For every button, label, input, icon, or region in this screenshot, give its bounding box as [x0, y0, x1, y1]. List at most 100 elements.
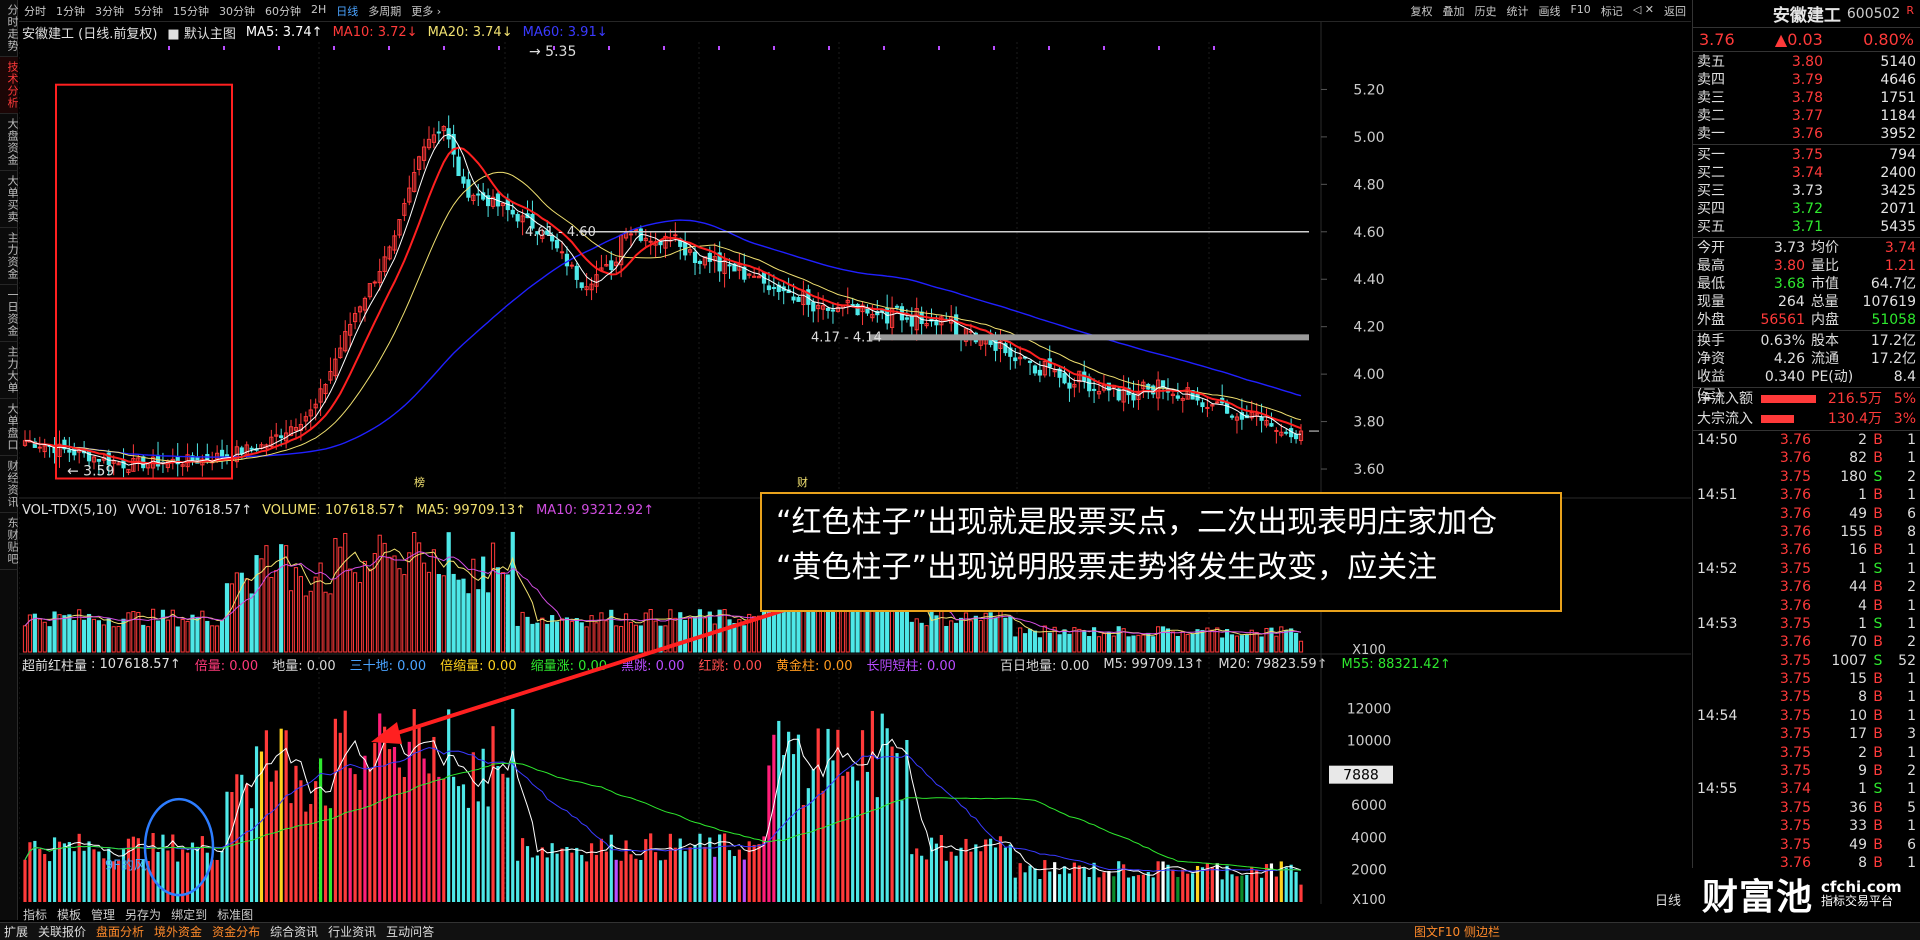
status-item[interactable]: 互动问答	[386, 923, 434, 940]
tick-time: 14:50	[1697, 432, 1738, 448]
period-label[interactable]: 日线	[1655, 890, 1681, 909]
leftnav-item[interactable]: 东财贴吧	[0, 513, 19, 570]
status-item[interactable]: 境外资金	[154, 923, 202, 940]
volume-bar	[1101, 633, 1107, 653]
period-tab[interactable]: 2H	[306, 3, 331, 19]
indicator-bar	[1102, 872, 1106, 902]
indicator-bar	[658, 860, 663, 902]
candle-body	[461, 176, 466, 184]
indicator-bar	[1018, 863, 1022, 902]
volume-bar	[308, 590, 313, 653]
indicator-bar	[984, 839, 988, 902]
tick-volume: 17	[1849, 726, 1867, 743]
volume-bar	[131, 611, 136, 653]
status-item[interactable]: 综合资讯	[270, 923, 318, 940]
indicator-bar	[841, 775, 845, 902]
period-tab[interactable]: 15分钟	[168, 3, 214, 19]
period-tab[interactable]: 1分钟	[51, 3, 90, 19]
toolbar-action[interactable]: 叠加	[1437, 3, 1469, 19]
indicator-tab[interactable]: 标准图	[217, 906, 253, 923]
leftnav-item[interactable]: 主力资金	[0, 228, 19, 285]
period-tab[interactable]: 日线	[331, 3, 363, 19]
indicator-bar	[1161, 861, 1165, 902]
volume-bar	[382, 542, 387, 653]
period-tab[interactable]: 30分钟	[214, 3, 260, 19]
period-tab[interactable]: 多周期	[363, 3, 406, 19]
period-tab[interactable]: 更多 ›	[406, 3, 446, 19]
volume-bar	[954, 622, 959, 653]
tick-list[interactable]: 14:50 3.76 2 B 1 3.76 82 B 1 3.75 180 S 2 14:51 3.76 1 B…	[1693, 431, 1920, 891]
indicator-bar	[801, 804, 806, 902]
status-right[interactable]: 图文F10 侧边栏	[1414, 923, 1500, 940]
indicator-tab[interactable]: 指标	[23, 906, 47, 923]
toolbar-action[interactable]: ◁ ✕	[1628, 3, 1659, 19]
indicator-tab[interactable]: 管理	[91, 906, 115, 923]
indicator-bar	[1181, 869, 1185, 902]
price-tick: 4.60	[1353, 225, 1384, 241]
period-tab[interactable]: 5分钟	[129, 3, 168, 19]
indicator-bar	[791, 754, 796, 902]
leftnav-item[interactable]: 技术分析	[0, 57, 19, 114]
status-item[interactable]: 关联报价	[38, 923, 86, 940]
indicator-bar	[1082, 867, 1086, 902]
leftnav-item[interactable]: 分时走势	[0, 0, 19, 57]
status-item[interactable]: 资金分布	[212, 923, 260, 940]
tick-price: 3.76	[1779, 597, 1811, 614]
leftnav-item[interactable]: 一日资金	[0, 285, 19, 342]
tick-volume: 180	[1840, 468, 1867, 485]
tick-side: B	[1873, 450, 1883, 467]
indicator-tab[interactable]: 另存为	[125, 906, 161, 923]
volume-bar	[554, 621, 560, 653]
watermark-logo: 财富池 cfchi.com 指标交易平台	[1692, 868, 1920, 920]
leftnav-item[interactable]: 大单盘口	[0, 399, 19, 456]
indicator-bar	[368, 768, 372, 902]
volume-bar	[32, 613, 37, 653]
indicator-bar	[506, 777, 510, 902]
stat-key: 现量	[1697, 294, 1725, 310]
candle-body	[574, 265, 579, 280]
tick-volume: 1	[1858, 615, 1867, 632]
period-tab[interactable]: 3分钟	[90, 3, 129, 19]
toolbar-action[interactable]: 画线	[1533, 3, 1565, 19]
indicator-bar	[1176, 876, 1180, 902]
toolbar-action[interactable]: 标记	[1596, 3, 1628, 19]
toolbar-action[interactable]: F10	[1565, 3, 1595, 19]
period-tab[interactable]: 60分钟	[260, 3, 306, 19]
indicator-bar	[565, 846, 569, 902]
leftnav-item[interactable]: 大盘资金	[0, 114, 19, 171]
candle-body	[1225, 401, 1230, 414]
period-tab[interactable]: 分时	[19, 3, 51, 19]
tick-count: 2	[1907, 634, 1916, 651]
last-price: 3.76	[1699, 30, 1735, 49]
toolbar-action[interactable]: 统计	[1501, 3, 1533, 19]
volume-bar	[160, 609, 166, 653]
leftnav-item[interactable]: 大单买卖	[0, 171, 19, 228]
stats-block-1: 今开 3.73 均价 3.74 最高 3.80 量比 1.21 最低 3.68 市值 64.7亿 现量 2…	[1693, 238, 1920, 331]
status-item[interactable]: 行业资讯	[328, 923, 376, 940]
toolbar-action[interactable]: 历史	[1469, 3, 1501, 19]
tick-row: 14:50 3.76 2 B 1	[1693, 431, 1920, 449]
indicator-tab[interactable]: 绑定到	[171, 906, 207, 923]
indicator-tab[interactable]: 模板	[57, 906, 81, 923]
status-item[interactable]: 盘面分析	[96, 923, 144, 940]
toolbar-action[interactable]: 返回	[1659, 3, 1691, 19]
leftnav-item[interactable]: 主力大单	[0, 342, 19, 399]
status-item[interactable]: 扩展	[4, 923, 28, 940]
tick-price: 3.75	[1779, 652, 1811, 669]
fund-flow-row: 净流入额 216.5万 5%	[1693, 389, 1920, 409]
toolbar-action[interactable]: 复权	[1405, 3, 1437, 19]
stat-value: 107619	[1862, 294, 1916, 310]
ind-tick: 10000	[1347, 734, 1392, 750]
volume-bar	[510, 531, 515, 653]
volume-bar	[274, 570, 279, 653]
tick-time: 14:51	[1697, 487, 1738, 504]
stat-value: 51058	[1871, 312, 1916, 328]
volume-bar	[279, 544, 284, 653]
tick-volume: 1007	[1831, 652, 1867, 669]
kline-chart[interactable]: 5.20 5.00 4.80 4.60 4.40 4.20 4.00 3.80 3.60 4.61…	[19, 22, 1691, 904]
volume-bar	[101, 624, 106, 653]
volume-bar	[1289, 628, 1294, 653]
leftnav-item[interactable]: 财经资讯	[0, 456, 19, 513]
tick-count: 1	[1907, 597, 1916, 614]
indicator-bar	[72, 851, 76, 902]
